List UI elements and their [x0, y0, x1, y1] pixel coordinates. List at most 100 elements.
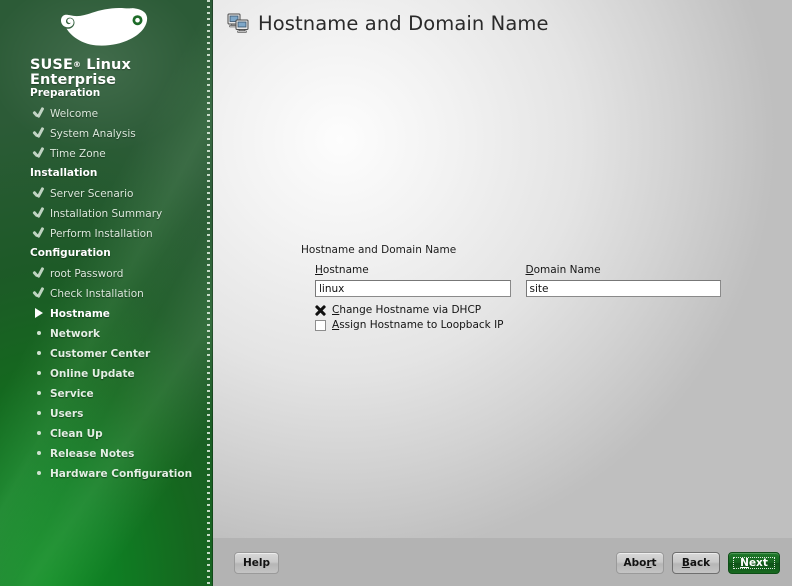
- hostname-field-wrapper: Hostname: [315, 264, 511, 297]
- sidebar-item-label: Hostname: [50, 308, 110, 320]
- sidebar-item-label: Check Installation: [50, 288, 144, 300]
- change-hostname-dhcp-checkbox-row[interactable]: Change Hostname via DHCP: [315, 303, 721, 317]
- checkbox-checked-icon[interactable]: [315, 305, 326, 316]
- check-icon: [33, 127, 45, 138]
- sidebar-item-label: Time Zone: [50, 148, 106, 160]
- abort-label-post: t: [651, 557, 657, 569]
- step-marker: [32, 444, 46, 464]
- back-button[interactable]: Back: [672, 552, 720, 574]
- next-button[interactable]: Next: [728, 552, 780, 574]
- network-computers-icon: [227, 13, 249, 33]
- sidebar-item-release-notes: Release Notes: [0, 444, 208, 464]
- installer-steps: Preparation Welcome System Analysis Time Zo…: [0, 84, 208, 484]
- sidebar-item-label: Clean Up: [50, 428, 103, 440]
- button-bar: Help Abort Back Next: [213, 538, 792, 586]
- sidebar-item-installation-summary: Installation Summary: [0, 204, 208, 224]
- assign-loopback-checkbox-row[interactable]: Assign Hostname to Loopback IP: [315, 318, 721, 332]
- sidebar-perforation-strip: [207, 0, 210, 586]
- sidebar-item-label: Perform Installation: [50, 228, 153, 240]
- bullet-icon: [37, 471, 41, 475]
- help-button[interactable]: Help: [234, 552, 279, 574]
- sidebar-item-label: Network: [50, 328, 101, 340]
- suse-chameleon-logo: [60, 7, 147, 46]
- step-marker: [32, 304, 46, 324]
- next-accesskey: N: [740, 557, 749, 569]
- sidebar-section-heading: Preparation: [30, 87, 101, 99]
- sidebar-item-root-password: root Password: [0, 264, 208, 284]
- hostname-accesskey: H: [315, 264, 323, 276]
- sidebar-item-clean-up: Clean Up: [0, 424, 208, 444]
- brand-linux: Linux: [81, 57, 131, 73]
- sidebar-item-label: System Analysis: [50, 128, 136, 140]
- bullet-icon: [37, 391, 41, 395]
- domain-label: Domain Name: [526, 264, 722, 276]
- installer-sidebar: SUSE® Linux Enterprise Preparation Welcom…: [0, 0, 213, 586]
- step-marker: [32, 124, 46, 144]
- step-marker: [32, 384, 46, 404]
- sidebar-item-label: Welcome: [50, 108, 99, 120]
- sidebar-item-label: Hardware Configuration: [50, 468, 193, 480]
- abort-button-label: Abort: [623, 557, 656, 569]
- step-marker: [32, 464, 46, 484]
- check-icon: [33, 187, 45, 198]
- bullet-icon: [37, 351, 41, 355]
- checkbox-unchecked-icon[interactable]: [315, 319, 326, 331]
- step-marker: [32, 324, 46, 344]
- back-button-label: Back: [682, 557, 710, 569]
- abort-button[interactable]: Abort: [616, 552, 664, 574]
- sidebar-item-network: Network: [0, 324, 208, 344]
- sidebar-item-hardware-configuration: Hardware Configuration: [0, 464, 208, 484]
- main-content-panel: Hostname and Domain Name Hostname and Do…: [213, 0, 792, 538]
- page-header: Hostname and Domain Name: [227, 7, 549, 39]
- check-icon: [33, 287, 45, 298]
- sidebar-section-heading: Configuration: [30, 247, 111, 259]
- sidebar-item-online-update: Online Update: [0, 364, 208, 384]
- dhcp-label-rest: hange Hostname via DHCP: [339, 304, 482, 316]
- change-hostname-dhcp-label: Change Hostname via DHCP: [332, 304, 481, 316]
- sidebar-item-label: Customer Center: [50, 348, 151, 360]
- sidebar-item-hostname: Hostname: [0, 304, 208, 324]
- sidebar-item-label: Online Update: [50, 368, 135, 380]
- step-marker: [32, 424, 46, 444]
- sidebar-item-welcome: Welcome: [0, 104, 208, 124]
- group-label: Hostname and Domain Name: [301, 244, 457, 256]
- check-icon: [33, 267, 45, 278]
- hostname-input[interactable]: [315, 280, 511, 297]
- installer-window: SUSE® Linux Enterprise Preparation Welcom…: [0, 0, 792, 586]
- step-marker: [32, 344, 46, 364]
- sidebar-item-service: Service: [0, 384, 208, 404]
- sidebar-item-time-zone: Time Zone: [0, 144, 208, 164]
- bullet-icon: [37, 411, 41, 415]
- domain-input[interactable]: [525, 280, 721, 297]
- next-button-label: Next: [740, 557, 768, 569]
- bullet-icon: [37, 331, 41, 335]
- sidebar-item-users: Users: [0, 404, 208, 424]
- suse-branding: SUSE® Linux Enterprise: [0, 6, 213, 88]
- abort-label-pre: Abo: [623, 557, 647, 569]
- sidebar-item-label: Release Notes: [50, 448, 135, 460]
- step-marker: [32, 204, 46, 224]
- step-marker: [32, 364, 46, 384]
- domain-label-rest: omain Name: [533, 264, 601, 276]
- sidebar-item-server-scenario: Server Scenario: [0, 184, 208, 204]
- step-marker: [32, 104, 46, 124]
- check-icon: [33, 107, 45, 118]
- sidebar-item-perform-installation: Perform Installation: [0, 224, 208, 244]
- check-icon: [33, 227, 45, 238]
- sidebar-item-customer-center: Customer Center: [0, 344, 208, 364]
- help-button-label: Help: [242, 557, 271, 569]
- step-marker: [32, 404, 46, 424]
- page-title: Hostname and Domain Name: [258, 11, 549, 35]
- domain-field-wrapper: Domain Name: [525, 264, 722, 297]
- bullet-icon: [37, 371, 41, 375]
- triangle-right-icon: [35, 308, 43, 318]
- step-marker: [32, 144, 46, 164]
- hostname-domain-group: Hostname and Domain Name Hostname Domain…: [301, 244, 721, 333]
- next-label-rest: ext: [748, 557, 768, 569]
- step-marker: [32, 264, 46, 284]
- brand-registered-mark: ®: [72, 60, 82, 69]
- sidebar-item-label: root Password: [50, 268, 124, 280]
- assign-loopback-label: Assign Hostname to Loopback IP: [332, 319, 504, 331]
- sidebar-item-system-analysis: System Analysis: [0, 124, 208, 144]
- bullet-icon: [37, 451, 41, 455]
